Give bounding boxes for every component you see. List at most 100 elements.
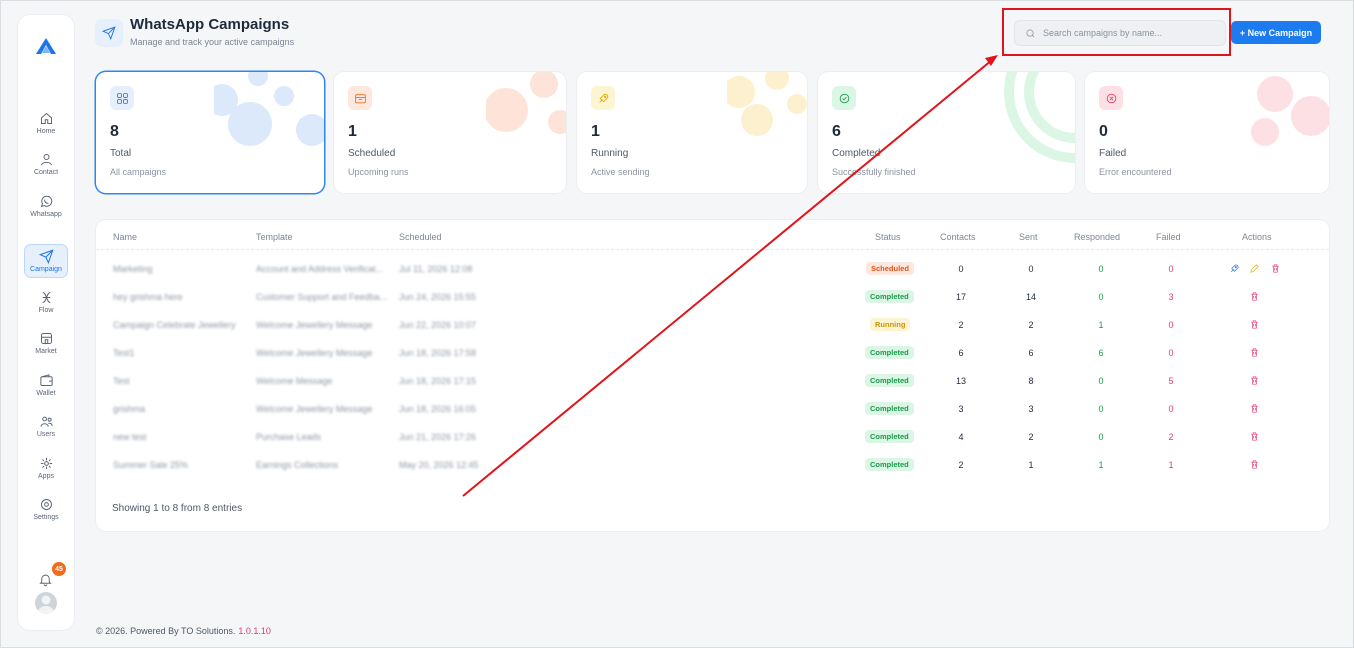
failed-count: 0 (1168, 264, 1174, 274)
stat-card-completed[interactable]: 6 Completed Successfully finished (818, 72, 1075, 193)
status-badge: Scheduled (866, 262, 914, 275)
contacts-count: 3 (958, 404, 964, 414)
sidebar: Home Contact Whatsapp Campaign Flow Market Wal… (18, 15, 74, 630)
users-icon (39, 416, 53, 427)
campaign-template: Customer Support and Feedba... (256, 292, 388, 302)
campaign-template: Purchase Leads (256, 432, 322, 442)
campaign-name: Summer Sale 25% (113, 460, 189, 470)
version-link[interactable]: 1.0.1.10 (238, 626, 271, 636)
sidebar-item-label: Wallet (36, 390, 56, 397)
rocket-icon (591, 86, 615, 110)
calendar-icon (348, 86, 372, 110)
table-row[interactable]: new test Purchase Leads Jun 21, 2026 17:26… (96, 422, 1329, 450)
column-header-responded[interactable]: Responded (1074, 232, 1120, 242)
contacts-count: 13 (955, 376, 966, 386)
delete-trash-icon[interactable] (1249, 317, 1261, 329)
stat-card-scheduled[interactable]: 1 Scheduled Upcoming runs (334, 72, 566, 193)
responded-count: 0 (1098, 376, 1104, 386)
table-row[interactable]: grishma Welcome Jewellery Message Jun 18, … (96, 394, 1329, 422)
sidebar-item-label: Market (35, 348, 57, 355)
table-row[interactable]: Campaign Celebrate Jewellery Welcome Jewe… (96, 310, 1329, 338)
responded-count: 0 (1098, 292, 1104, 302)
column-header-sent[interactable]: Sent (1019, 232, 1038, 242)
column-header-failed[interactable]: Failed (1156, 232, 1181, 242)
annotation-highlight-box (1002, 8, 1231, 56)
table-row[interactable]: Marketing Account and Address Verificat..… (96, 254, 1329, 282)
delete-trash-icon[interactable] (1249, 345, 1261, 357)
column-header-contacts[interactable]: Contacts (940, 232, 976, 242)
campaign-name: Test (113, 376, 130, 386)
responded-count: 6 (1098, 348, 1104, 358)
campaign-scheduled-date: Jul 11, 2026 12:08 (399, 264, 473, 274)
sidebar-item-apps[interactable]: Apps (24, 451, 68, 485)
edit-pencil-icon[interactable] (1249, 261, 1261, 273)
campaign-name: hey grishma here (113, 292, 183, 302)
contacts-count: 2 (958, 320, 964, 330)
sidebar-item-campaign[interactable]: Campaign (24, 244, 68, 278)
column-header-template[interactable]: Template (256, 232, 293, 242)
sidebar-item-market[interactable]: Market (24, 326, 68, 360)
wallet-icon (39, 374, 53, 386)
column-header-scheduled[interactable]: Scheduled (399, 232, 442, 242)
sidebar-item-label: Users (36, 431, 56, 438)
status-badge: Completed (865, 374, 914, 387)
card-decoration (1251, 76, 1329, 146)
table-row[interactable]: Test1 Welcome Jewellery Message Jun 18, 20… (96, 338, 1329, 366)
delete-trash-icon[interactable] (1249, 373, 1261, 385)
sidebar-item-home[interactable]: Home (24, 106, 68, 140)
card-decoration (1004, 72, 1075, 163)
sidebar-item-settings[interactable]: Settings (24, 492, 68, 526)
sent-count: 1 (1028, 460, 1034, 470)
sidebar-item-label: Whatsapp (30, 211, 62, 218)
responded-count: 1 (1098, 460, 1104, 470)
sidebar-item-flow[interactable]: Flow (24, 285, 68, 319)
sidebar-item-label: Campaign (30, 266, 62, 273)
delete-trash-icon[interactable] (1249, 457, 1261, 469)
stat-card-failed[interactable]: 0 Failed Error encountered (1085, 72, 1329, 193)
campaign-template: Welcome Message (256, 376, 333, 386)
copyright-text: © 2026. Powered By TO Solutions. (96, 626, 236, 636)
sidebar-item-contact[interactable]: Contact (24, 147, 68, 181)
grid-icon (110, 86, 134, 110)
whatsapp-icon (40, 195, 52, 208)
sidebar-item-users[interactable]: Users (24, 409, 68, 443)
sent-count: 2 (1028, 320, 1034, 330)
avatar[interactable] (35, 592, 57, 614)
sidebar-item-whatsapp[interactable]: Whatsapp (24, 189, 68, 223)
launch-rocket-icon[interactable] (1229, 261, 1241, 273)
sidebar-item-wallet[interactable]: Wallet (24, 368, 68, 402)
contacts-count: 4 (958, 432, 964, 442)
campaign-name: Marketing (113, 264, 153, 274)
responded-count: 0 (1098, 432, 1104, 442)
table-row[interactable]: hey grishma here Customer Support and Fee… (96, 282, 1329, 310)
sent-count: 3 (1028, 404, 1034, 414)
column-header-status[interactable]: Status (875, 232, 901, 242)
table-row[interactable]: Test Welcome Message Jun 18, 2026 17:15 Com… (96, 366, 1329, 394)
market-icon (40, 333, 52, 344)
column-header-name[interactable]: Name (113, 232, 137, 242)
stat-card-total[interactable]: 8 Total All campaigns (96, 72, 324, 193)
stat-card-running[interactable]: 1 Running Active sending (577, 72, 807, 193)
stat-title: Scheduled (348, 148, 396, 159)
sent-count: 0 (1028, 264, 1034, 274)
status-badge: Completed (865, 402, 914, 415)
campaign-scheduled-date: Jun 21, 2026 17:26 (399, 432, 477, 442)
delete-trash-icon[interactable] (1270, 261, 1282, 273)
table-row[interactable]: Summer Sale 25% Earnings Collections May 2… (96, 450, 1329, 478)
new-campaign-button[interactable]: + New Campaign (1231, 21, 1321, 44)
sidebar-item-label: Flow (38, 307, 54, 314)
stat-description: Active sending (591, 167, 650, 177)
delete-trash-icon[interactable] (1249, 401, 1261, 413)
delete-trash-icon[interactable] (1249, 429, 1261, 441)
stat-title: Running (591, 148, 629, 159)
status-badge: Completed (865, 346, 914, 359)
status-badge: Completed (865, 430, 914, 443)
card-decoration (486, 72, 566, 134)
campaign-name: grishma (113, 404, 146, 414)
apps-icon (40, 457, 52, 470)
failed-count: 2 (1168, 432, 1174, 442)
check-circle-icon (832, 86, 856, 110)
stat-description: Successfully finished (832, 167, 916, 177)
notification-bell-icon[interactable] (38, 572, 53, 587)
delete-trash-icon[interactable] (1249, 289, 1261, 301)
